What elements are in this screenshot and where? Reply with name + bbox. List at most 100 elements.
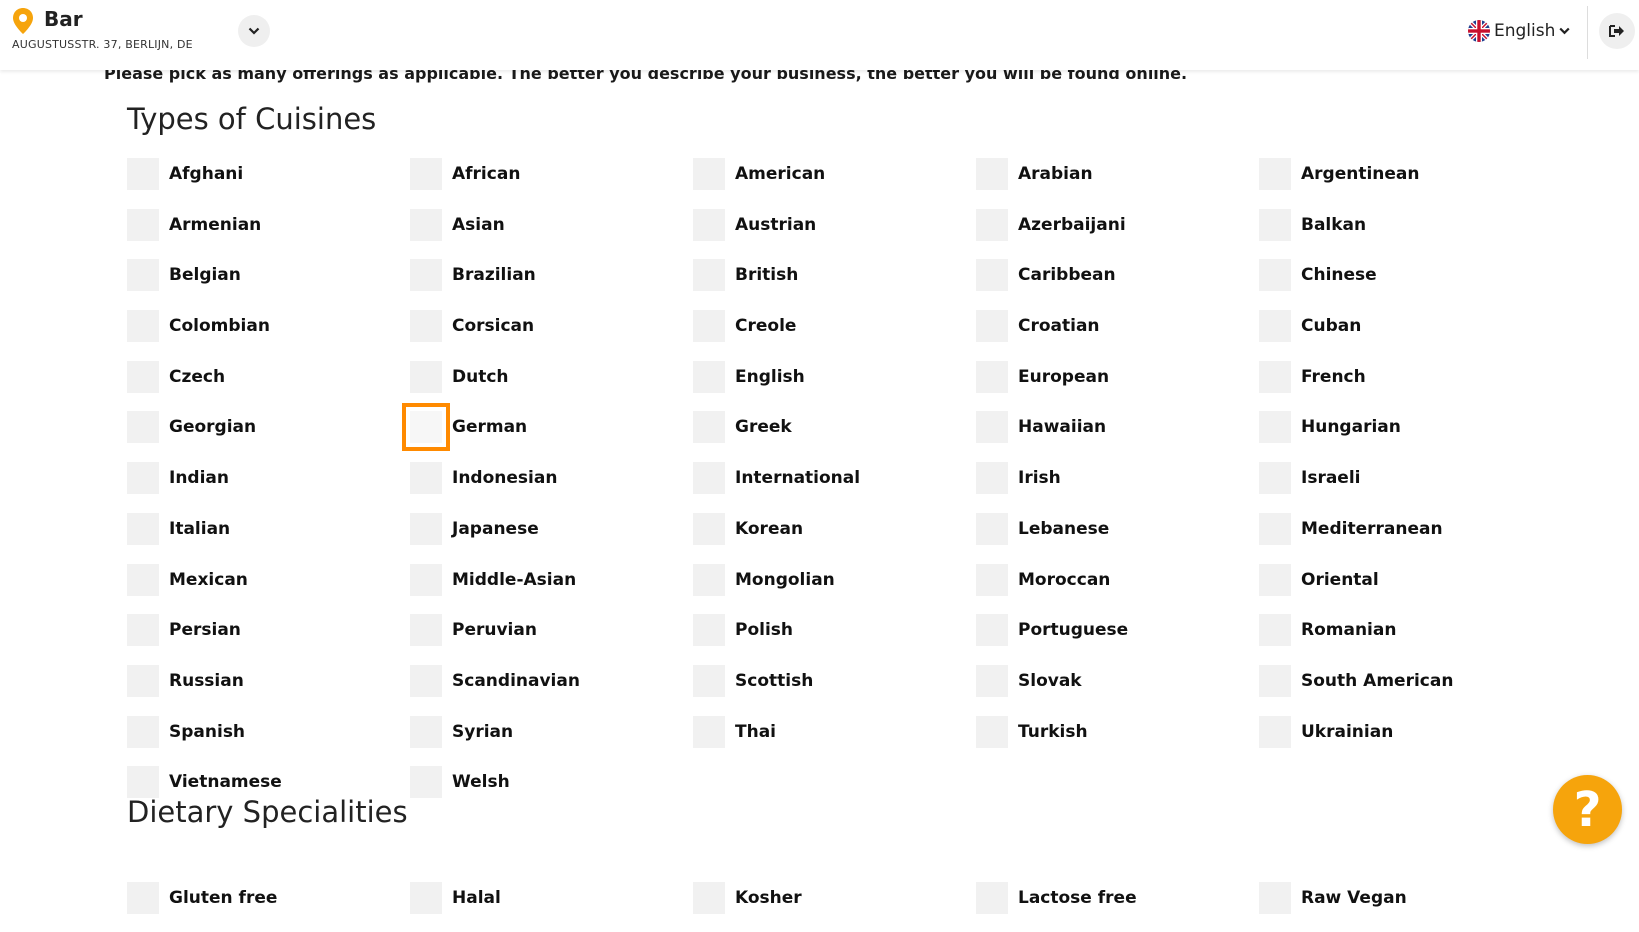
- option-british[interactable]: British: [693, 258, 976, 292]
- option-scandinavian[interactable]: Scandinavian: [410, 664, 693, 698]
- checkbox[interactable]: [1259, 512, 1291, 545]
- option-african[interactable]: African: [410, 157, 693, 191]
- checkbox[interactable]: [1259, 158, 1291, 190]
- checkbox[interactable]: [693, 882, 725, 914]
- option-belgian[interactable]: Belgian: [127, 258, 410, 292]
- option-chinese[interactable]: Chinese: [1259, 258, 1542, 292]
- option-persian[interactable]: Persian: [127, 613, 410, 647]
- checkbox[interactable]: [127, 411, 159, 444]
- option-azerbaijani[interactable]: Azerbaijani: [976, 208, 1259, 242]
- option-argentinean[interactable]: Argentinean: [1259, 157, 1542, 191]
- option-armenian[interactable]: Armenian: [127, 208, 410, 242]
- checkbox[interactable]: [976, 664, 1008, 697]
- option-greek[interactable]: Greek: [693, 410, 976, 444]
- option-czech[interactable]: Czech: [127, 360, 410, 394]
- option-thai[interactable]: Thai: [693, 715, 976, 749]
- checkbox[interactable]: [410, 512, 442, 545]
- option-portuguese[interactable]: Portuguese: [976, 613, 1259, 647]
- checkbox[interactable]: [693, 563, 725, 596]
- option-lebanese[interactable]: Lebanese: [976, 512, 1259, 546]
- checkbox[interactable]: [976, 715, 1008, 748]
- checkbox[interactable]: [1259, 360, 1291, 393]
- checkbox[interactable]: [1259, 411, 1291, 444]
- option-spanish[interactable]: Spanish: [127, 715, 410, 749]
- option-english[interactable]: English: [693, 360, 976, 394]
- option-balkan[interactable]: Balkan: [1259, 208, 1542, 242]
- option-turkish[interactable]: Turkish: [976, 715, 1259, 749]
- option-caribbean[interactable]: Caribbean: [976, 258, 1259, 292]
- checkbox[interactable]: [976, 158, 1008, 190]
- checkbox[interactable]: [410, 766, 442, 799]
- logout-button[interactable]: [1599, 13, 1635, 49]
- option-indonesian[interactable]: Indonesian: [410, 461, 693, 495]
- help-button[interactable]: ?: [1553, 775, 1622, 844]
- option-south-american[interactable]: South American: [1259, 664, 1542, 698]
- option-lactose-free[interactable]: Lactose free: [976, 881, 1259, 915]
- checkbox[interactable]: [410, 715, 442, 748]
- checkbox[interactable]: [127, 158, 159, 190]
- option-asian[interactable]: Asian: [410, 208, 693, 242]
- checkbox[interactable]: [1259, 882, 1291, 914]
- checkbox[interactable]: [976, 411, 1008, 444]
- option-cuban[interactable]: Cuban: [1259, 309, 1542, 343]
- checkbox[interactable]: [410, 310, 442, 343]
- checkbox[interactable]: [127, 259, 159, 292]
- option-american[interactable]: American: [693, 157, 976, 191]
- checkbox[interactable]: [693, 208, 725, 241]
- checkbox[interactable]: [410, 462, 442, 495]
- option-ukrainian[interactable]: Ukrainian: [1259, 715, 1542, 749]
- option-korean[interactable]: Korean: [693, 512, 976, 546]
- option-irish[interactable]: Irish: [976, 461, 1259, 495]
- checkbox[interactable]: [976, 882, 1008, 914]
- checkbox[interactable]: [1259, 614, 1291, 647]
- option-german[interactable]: German: [402, 403, 693, 452]
- checkbox[interactable]: [127, 360, 159, 393]
- checkbox[interactable]: [127, 563, 159, 596]
- option-hawaiian[interactable]: Hawaiian: [976, 410, 1259, 444]
- checkbox[interactable]: [1259, 563, 1291, 596]
- option-hungarian[interactable]: Hungarian: [1259, 410, 1542, 444]
- option-halal[interactable]: Halal: [410, 881, 693, 915]
- checkbox[interactable]: [693, 664, 725, 697]
- option-scottish[interactable]: Scottish: [693, 664, 976, 698]
- checkbox[interactable]: [127, 882, 159, 914]
- checkbox[interactable]: [410, 614, 442, 647]
- checkbox[interactable]: [693, 360, 725, 393]
- option-kosher[interactable]: Kosher: [693, 881, 976, 915]
- checkbox[interactable]: [693, 411, 725, 444]
- checkbox[interactable]: [976, 310, 1008, 343]
- checkbox[interactable]: [127, 664, 159, 697]
- checkbox[interactable]: [976, 512, 1008, 545]
- checkbox[interactable]: [693, 512, 725, 545]
- checkbox[interactable]: [976, 614, 1008, 647]
- checkbox[interactable]: [976, 360, 1008, 393]
- option-afghani[interactable]: Afghani: [127, 157, 410, 191]
- option-romanian[interactable]: Romanian: [1259, 613, 1542, 647]
- checkbox[interactable]: [1259, 462, 1291, 495]
- option-welsh[interactable]: Welsh: [410, 765, 693, 799]
- checkbox[interactable]: [127, 766, 159, 799]
- option-arabian[interactable]: Arabian: [976, 157, 1259, 191]
- option-mexican[interactable]: Mexican: [127, 563, 410, 597]
- checkbox[interactable]: [402, 403, 450, 452]
- checkbox[interactable]: [1259, 715, 1291, 748]
- option-oriental[interactable]: Oriental: [1259, 563, 1542, 597]
- option-indian[interactable]: Indian: [127, 461, 410, 495]
- option-austrian[interactable]: Austrian: [693, 208, 976, 242]
- checkbox[interactable]: [127, 614, 159, 647]
- checkbox[interactable]: [976, 563, 1008, 596]
- option-brazilian[interactable]: Brazilian: [410, 258, 693, 292]
- option-israeli[interactable]: Israeli: [1259, 461, 1542, 495]
- checkbox[interactable]: [1259, 259, 1291, 292]
- option-mediterranean[interactable]: Mediterranean: [1259, 512, 1542, 546]
- checkbox[interactable]: [693, 259, 725, 292]
- checkbox[interactable]: [127, 512, 159, 545]
- option-georgian[interactable]: Georgian: [127, 410, 410, 444]
- option-croatian[interactable]: Croatian: [976, 309, 1259, 343]
- location-switch-button[interactable]: [238, 15, 270, 47]
- checkbox[interactable]: [693, 310, 725, 343]
- checkbox[interactable]: [127, 462, 159, 495]
- option-polish[interactable]: Polish: [693, 613, 976, 647]
- checkbox[interactable]: [976, 462, 1008, 495]
- checkbox[interactable]: [410, 158, 442, 190]
